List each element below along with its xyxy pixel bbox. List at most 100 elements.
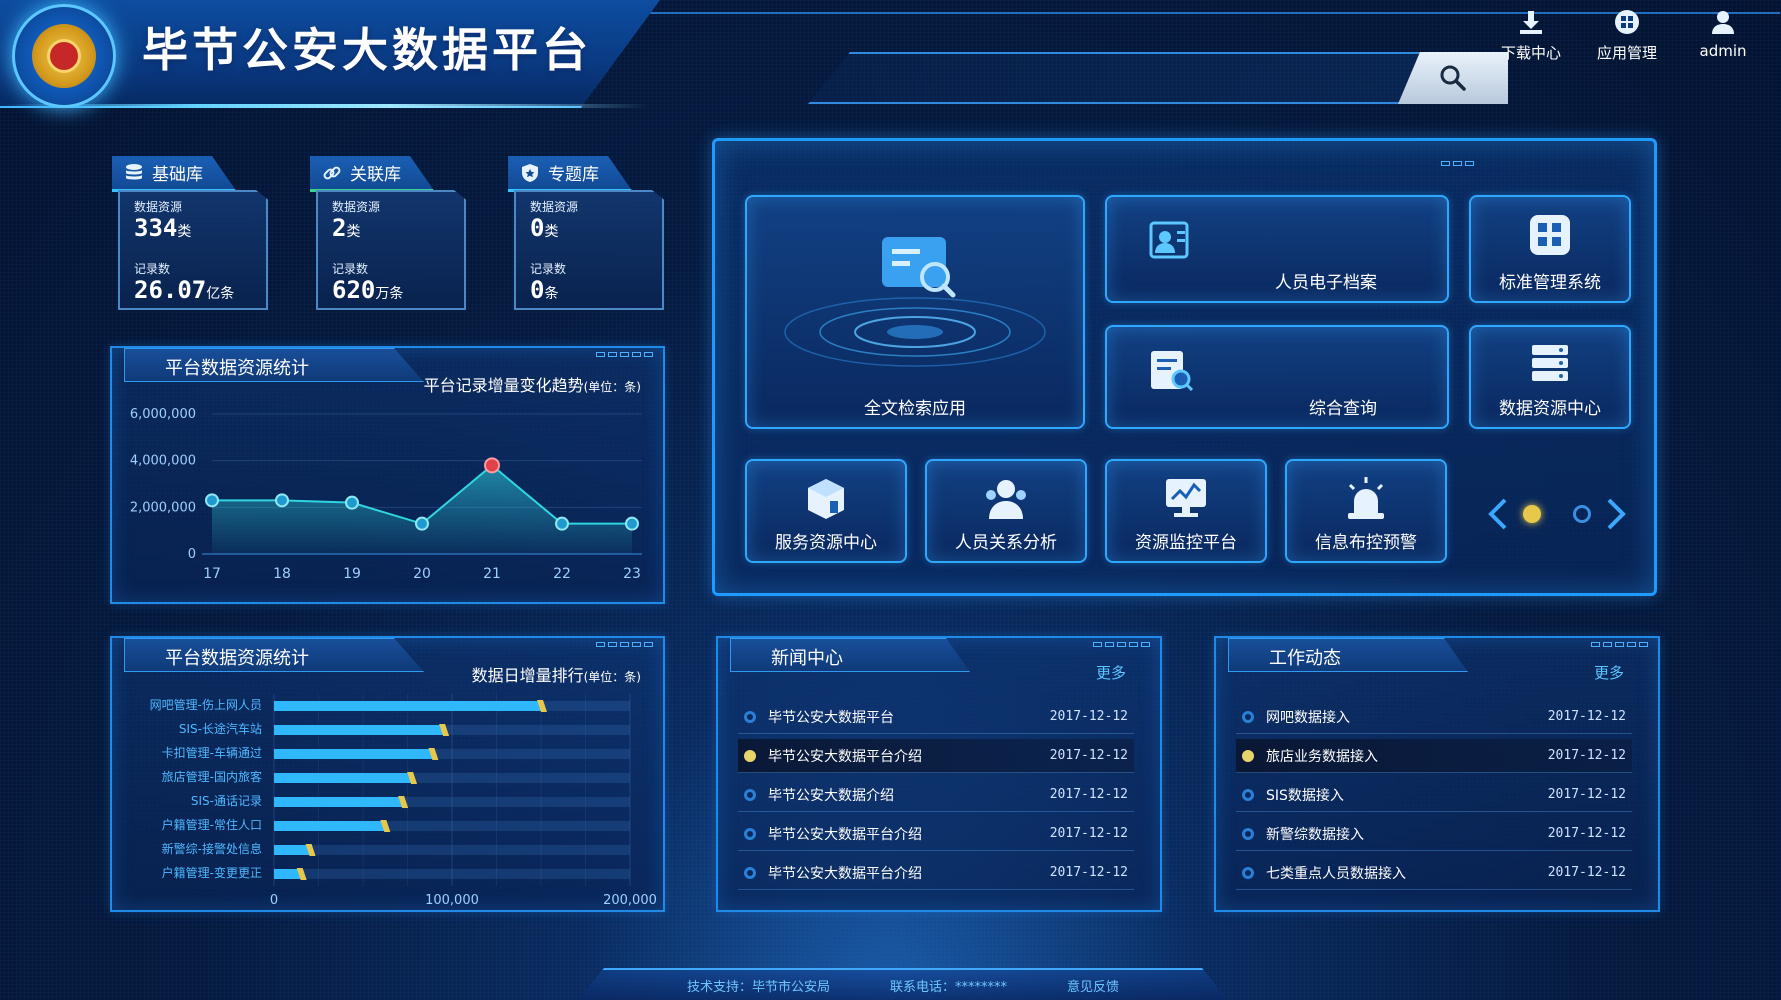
bar xyxy=(274,845,310,855)
data-point xyxy=(205,493,219,508)
list-item[interactable]: 旅店业务数据接入 2017-12-12 xyxy=(1236,739,1632,773)
app-person-relation[interactable]: 人员关系分析 xyxy=(925,459,1087,563)
top-nav: 下载中心 应用管理 admin xyxy=(1493,8,1761,63)
app-label: 人员关系分析 xyxy=(955,533,1057,553)
trend-panel: 平台数据资源统计 平台记录增量变化趋势(单位：条) 0 2,000,000 4,00… xyxy=(110,346,665,604)
list-date: 2017-12-12 xyxy=(1049,787,1128,802)
app-pager xyxy=(1487,497,1627,531)
stat-tab-label: 专题库 xyxy=(548,165,599,185)
list-item[interactable]: SIS数据接入 2017-12-12 xyxy=(1236,778,1632,812)
trend-subhead-title: 平台记录增量变化趋势 xyxy=(423,376,584,395)
monitor-icon xyxy=(1166,479,1206,517)
work-panel-tab: 工作动态 xyxy=(1228,638,1468,672)
person-file-icon xyxy=(1149,221,1189,259)
stat-card-topic[interactable]: 专题库 数据资源 0类 记录数 0条 xyxy=(508,156,664,316)
news-more-link[interactable]: 更多 xyxy=(1096,662,1126,683)
chevron-left-icon[interactable] xyxy=(1487,497,1509,531)
trend-subhead: 平台记录增量变化趋势(单位：条) xyxy=(424,372,641,396)
list-item[interactable]: 毕节公安大数据平台 2017-12-12 xyxy=(738,700,1134,734)
chevron-right-icon[interactable] xyxy=(1605,497,1627,531)
list-title: 网吧数据接入 xyxy=(1266,709,1350,726)
bar xyxy=(274,821,385,831)
stat-record-value: 26.07亿条 xyxy=(134,276,234,304)
stat-resource-unit: 类 xyxy=(346,224,361,240)
list-date: 2017-12-12 xyxy=(1049,865,1128,880)
stat-resource-number: 0 xyxy=(530,214,545,242)
pager-dot-active[interactable] xyxy=(1523,505,1541,523)
list-bullet xyxy=(744,827,756,840)
work-more-link[interactable]: 更多 xyxy=(1594,662,1624,683)
pager-dot[interactable] xyxy=(1573,505,1591,523)
bar-track xyxy=(274,845,630,855)
apps-frame: 全文检索应用 人员电子档案 标准管理系统 综合查询 数据资源中心 服务资源中心 … xyxy=(712,138,1657,596)
app-service-resource-center[interactable]: 服务资源中心 xyxy=(745,459,907,563)
data-point xyxy=(415,516,429,531)
data-point xyxy=(484,457,500,474)
feedback-link[interactable]: 意见反馈 xyxy=(1067,976,1119,995)
data-point xyxy=(275,493,289,508)
stat-resource-value: 0类 xyxy=(530,214,558,242)
bar-track xyxy=(274,869,630,879)
stat-resource-label: 数据资源 xyxy=(332,200,381,214)
list-bullet xyxy=(1242,827,1254,840)
list-bullet xyxy=(744,710,756,723)
stat-resource-unit: 类 xyxy=(177,224,192,240)
stat-resource-value: 2类 xyxy=(332,214,360,242)
search-bar xyxy=(808,52,1508,104)
rank-subhead-title: 数据日增量排行 xyxy=(471,666,584,685)
list-title: 毕节公安大数据平台介绍 xyxy=(768,748,922,765)
list-date: 2017-12-12 xyxy=(1547,748,1626,763)
stat-record-value: 620万条 xyxy=(332,276,403,304)
list-title: SIS数据接入 xyxy=(1266,787,1344,804)
database-icon xyxy=(126,163,142,179)
stat-tab-label: 基础库 xyxy=(152,165,203,185)
app-title: 毕节公安大数据平台 xyxy=(142,23,592,77)
list-item[interactable]: 毕节公安大数据介绍 2017-12-12 xyxy=(738,778,1134,812)
list-item[interactable]: 毕节公安大数据平台介绍 2017-12-12 xyxy=(738,817,1134,851)
list-date: 2017-12-12 xyxy=(1547,709,1626,724)
app-label: 数据资源中心 xyxy=(1499,399,1601,419)
stat-card-relation[interactable]: 关联库 数据资源 2类 记录数 620万条 xyxy=(310,156,466,316)
rank-bar-chart: 0 100,000 200,000 网吧管理-伤上网人员 SIS-长途汽车站卡扣管理-车… xyxy=(150,694,657,908)
list-item[interactable]: 七类重点人员数据接入 2017-12-12 xyxy=(1236,856,1632,890)
list-item[interactable]: 毕节公安大数据平台介绍 2017-12-12 xyxy=(738,856,1134,890)
header: 毕节公安大数据平台 下载中心 应用管理 admin xyxy=(0,0,1781,115)
app-info-alert[interactable]: 信息布控预警 xyxy=(1285,459,1447,563)
server-icon xyxy=(1532,345,1568,381)
stat-resource-number: 334 xyxy=(134,214,178,242)
list-title: 毕节公安大数据平台介绍 xyxy=(768,865,922,882)
footer-support: 技术支持：毕节市公安局 xyxy=(686,979,830,995)
app-standard-management[interactable]: 标准管理系统 xyxy=(1469,195,1631,303)
stat-record-label: 记录数 xyxy=(332,262,369,276)
list-bullet xyxy=(744,866,756,879)
search-input[interactable] xyxy=(868,62,1388,94)
list-date: 2017-12-12 xyxy=(1049,748,1128,763)
list-item[interactable]: 新警综数据接入 2017-12-12 xyxy=(1236,817,1632,851)
list-item[interactable]: 毕节公安大数据平台介绍 2017-12-12 xyxy=(738,739,1134,773)
nav-download-center[interactable]: 下载中心 xyxy=(1493,8,1569,63)
app-resource-monitor[interactable]: 资源监控平台 xyxy=(1105,459,1267,563)
list-title: 新警综数据接入 xyxy=(1266,826,1364,843)
footer: 技术支持：毕节市公安局 联系电话：******** 意见反馈 xyxy=(578,968,1228,1000)
stat-record-unit: 条 xyxy=(544,286,559,302)
stat-card-basic[interactable]: 基础库 数据资源 334类 记录数 26.07亿条 xyxy=(112,156,268,316)
bar xyxy=(274,725,444,735)
stat-box: 数据资源 0类 记录数 0条 xyxy=(514,190,664,310)
stat-box: 数据资源 334类 记录数 26.07亿条 xyxy=(118,190,268,310)
app-fulltext-search[interactable]: 全文检索应用 xyxy=(745,195,1085,429)
user-icon xyxy=(1712,11,1734,34)
alarm-icon xyxy=(1348,477,1384,519)
list-title: 毕节公安大数据平台介绍 xyxy=(768,826,922,843)
nav-user-admin[interactable]: admin xyxy=(1685,8,1761,63)
app-comprehensive-query[interactable]: 综合查询 xyxy=(1105,325,1449,429)
x-tick-label: 23 xyxy=(623,566,641,582)
app-person-file[interactable]: 人员电子档案 xyxy=(1105,195,1449,303)
nav-app-management[interactable]: 应用管理 xyxy=(1589,8,1665,63)
panel-dots-decoration xyxy=(596,642,653,647)
list-item[interactable]: 网吧数据接入 2017-12-12 xyxy=(1236,700,1632,734)
footer-phone: 联系电话：******** xyxy=(889,979,1007,995)
list-bullet xyxy=(1242,749,1254,762)
header-glow xyxy=(0,104,650,108)
search-icon xyxy=(1440,65,1466,91)
app-data-resource-center[interactable]: 数据资源中心 xyxy=(1469,325,1631,429)
